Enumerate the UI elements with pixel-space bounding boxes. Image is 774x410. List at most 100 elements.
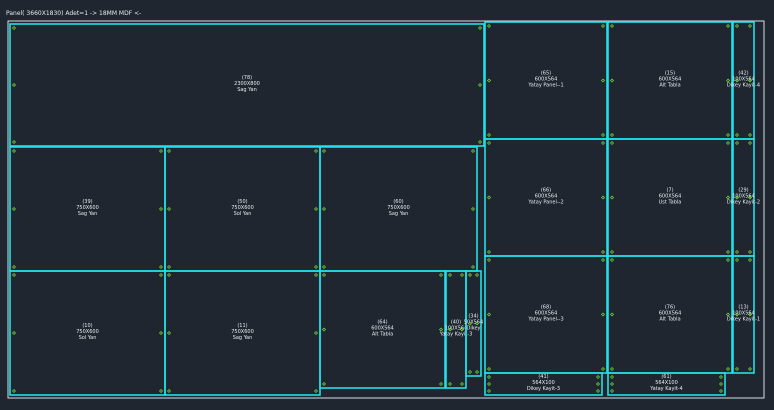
marker-icon — [610, 78, 614, 83]
part-label: Dikey — [467, 326, 481, 332]
marker-icon — [167, 389, 171, 393]
part-label: Sag Yan — [78, 211, 98, 217]
marker-icon — [322, 207, 326, 211]
marker-icon — [748, 24, 752, 28]
marker-icon — [487, 24, 491, 28]
part-label: Alt Tabla — [659, 317, 680, 323]
part-label: Dikey Kayit-2 — [727, 200, 760, 206]
marker-icon — [460, 273, 464, 277]
part-label: Sol Yan — [234, 211, 252, 217]
marker-icon — [487, 78, 491, 83]
marker-icon — [610, 24, 614, 28]
marker-icon — [601, 250, 605, 254]
marker-icon — [719, 375, 723, 379]
marker-icon — [475, 370, 479, 374]
marker-icon — [159, 273, 163, 277]
marker-icon — [475, 273, 479, 277]
marker-icon — [322, 149, 326, 153]
marker-icon — [12, 273, 16, 277]
marker-icon — [601, 312, 605, 317]
part-label: Yatay Panel--3 — [527, 317, 563, 323]
marker-icon — [610, 382, 614, 386]
marker-icon — [726, 141, 730, 145]
marker-icon — [610, 133, 614, 137]
part-label: Alt Tabla — [372, 332, 393, 338]
marker-icon — [478, 83, 482, 87]
marker-icon — [478, 140, 482, 144]
part-label: Sol Yan — [79, 335, 97, 341]
marker-icon — [601, 367, 605, 371]
marker-icon — [487, 141, 491, 145]
marker-icon — [487, 312, 491, 317]
marker-icon — [159, 149, 163, 153]
marker-icon — [460, 382, 464, 386]
marker-icon — [726, 250, 730, 254]
marker-icon — [12, 331, 16, 335]
marker-icon — [487, 382, 491, 386]
cutting-layout-canvas[interactable]: (78)2300X800Sag Yan(65)600X564Yatay Pane… — [0, 0, 774, 410]
part-label: Alt Tabla — [659, 83, 680, 89]
marker-icon — [596, 382, 600, 386]
marker-icon — [735, 367, 739, 371]
part-label: Yatay Kayit-3 — [439, 332, 473, 338]
marker-icon — [12, 140, 16, 144]
marker-icon — [314, 207, 318, 211]
marker-icon — [478, 26, 482, 30]
marker-icon — [12, 26, 16, 30]
marker-icon — [719, 389, 723, 393]
marker-icon — [471, 207, 475, 211]
part-label: Yatay Panel--1 — [527, 83, 563, 89]
marker-icon — [167, 149, 171, 153]
part-label: Ust Tabla — [659, 200, 682, 206]
marker-icon — [159, 389, 163, 393]
marker-icon — [610, 389, 614, 393]
marker-icon — [735, 24, 739, 28]
marker-icon — [471, 265, 475, 269]
part-label: Sag Yan — [233, 335, 253, 341]
marker-icon — [487, 389, 491, 393]
marker-icon — [726, 133, 730, 137]
marker-icon — [448, 273, 452, 277]
marker-icon — [601, 133, 605, 137]
marker-icon — [726, 367, 730, 371]
marker-icon — [610, 367, 614, 371]
marker-icon — [12, 149, 16, 153]
marker-icon — [719, 382, 723, 386]
marker-icon — [12, 83, 16, 87]
marker-icon — [159, 331, 163, 335]
part-label: Yatay Panel--2 — [527, 200, 563, 206]
marker-icon — [487, 258, 491, 262]
marker-icon — [610, 258, 614, 262]
marker-icon — [748, 250, 752, 254]
marker-icon — [610, 312, 614, 317]
marker-icon — [314, 331, 318, 335]
marker-icon — [748, 258, 752, 262]
marker-icon — [12, 207, 16, 211]
marker-icon — [596, 375, 600, 379]
part-label: Sag Yan — [389, 211, 409, 217]
marker-icon — [12, 389, 16, 393]
marker-icon — [487, 367, 491, 371]
marker-icon — [487, 195, 491, 200]
panel-border[interactable] — [7, 20, 765, 399]
marker-icon — [610, 250, 614, 254]
marker-icon — [12, 265, 16, 269]
marker-icon — [601, 141, 605, 145]
marker-icon — [314, 149, 318, 153]
marker-icon — [159, 265, 163, 269]
marker-icon — [748, 133, 752, 137]
marker-icon — [735, 250, 739, 254]
marker-icon — [601, 78, 605, 83]
marker-icon — [601, 24, 605, 28]
marker-icon — [322, 327, 326, 332]
marker-icon — [167, 207, 171, 211]
marker-icon — [596, 389, 600, 393]
marker-icon — [610, 195, 614, 200]
part-label: Yatay Kayit-4 — [649, 386, 683, 392]
marker-icon — [726, 258, 730, 262]
marker-icon — [314, 389, 318, 393]
marker-icon — [159, 207, 163, 211]
marker-icon — [487, 375, 491, 379]
marker-icon — [610, 375, 614, 379]
marker-icon — [748, 367, 752, 371]
